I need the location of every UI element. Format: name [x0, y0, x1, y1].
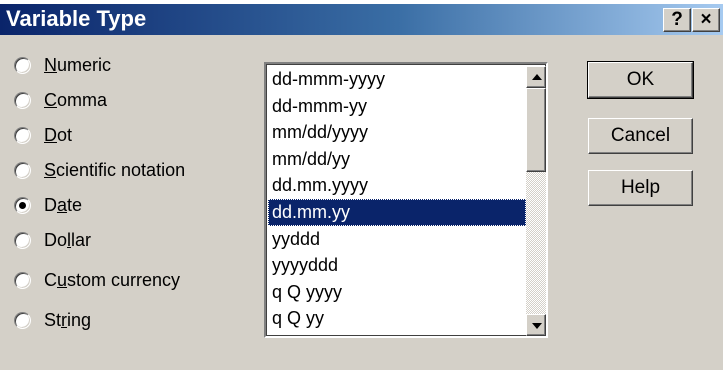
close-button[interactable]: ×	[692, 8, 720, 32]
option-numeric[interactable]: Numeric	[14, 50, 111, 80]
option-date[interactable]: Date	[14, 190, 82, 220]
scroll-down-button[interactable]	[526, 314, 546, 336]
option-comma[interactable]: Comma	[14, 85, 107, 115]
option-label: Numeric	[44, 54, 112, 75]
radio-string[interactable]	[14, 311, 31, 329]
context-help-button[interactable]: ?	[663, 8, 691, 32]
option-custom-currency[interactable]: Custom currency	[14, 265, 180, 295]
date-format-items: dd-mmm-yyyy dd-mmm-yy mm/dd/yyyy mm/dd/y…	[268, 66, 526, 336]
option-label: Date	[44, 194, 83, 215]
scroll-up-button[interactable]	[526, 66, 546, 88]
down-arrow-icon	[532, 323, 542, 329]
list-item[interactable]: yyddd	[268, 226, 526, 253]
scroll-thumb[interactable]	[526, 88, 546, 172]
option-label: String	[44, 309, 92, 330]
option-label: Dot	[44, 124, 73, 145]
option-label: Custom currency	[44, 269, 181, 290]
radio-date[interactable]	[14, 196, 31, 214]
date-format-listbox[interactable]: dd-mmm-yyyy dd-mmm-yy mm/dd/yyyy mm/dd/y…	[264, 62, 548, 338]
list-item[interactable]: mm/dd/yyyy	[268, 119, 526, 146]
list-item[interactable]: q Q yy	[268, 305, 526, 332]
help-button[interactable]: Help	[588, 170, 693, 206]
option-label: Scientific notation	[44, 159, 186, 180]
cancel-button[interactable]: Cancel	[588, 118, 693, 154]
option-label: Dollar	[44, 229, 92, 250]
radio-comma[interactable]	[14, 91, 31, 109]
window-title: Variable Type	[6, 6, 147, 31]
list-item[interactable]: yyyyddd	[268, 252, 526, 279]
radio-numeric[interactable]	[14, 56, 31, 74]
list-item[interactable]: dd.mm.yyyy	[268, 172, 526, 199]
list-item[interactable]: mm/dd/yy	[268, 146, 526, 173]
list-item-selected[interactable]: dd.mm.yy	[268, 198, 526, 226]
radio-custom-currency[interactable]	[14, 271, 31, 289]
title-bar: Variable Type ? ×	[0, 4, 723, 35]
list-item[interactable]: dd-mmm-yyyy	[268, 66, 526, 93]
option-dollar[interactable]: Dollar	[14, 225, 91, 255]
option-label: Comma	[44, 89, 108, 110]
radio-dot[interactable]	[14, 126, 31, 144]
up-arrow-icon	[532, 74, 542, 80]
radio-dollar[interactable]	[14, 231, 31, 249]
option-string[interactable]: String	[14, 305, 91, 335]
ok-button[interactable]: OK	[587, 61, 694, 99]
option-scientific-notation[interactable]: Scientific notation	[14, 155, 185, 185]
radio-scientific-notation[interactable]	[14, 161, 31, 179]
list-item[interactable]: dd-mmm-yy	[268, 93, 526, 120]
list-item[interactable]: q Q yyyy	[268, 279, 526, 306]
option-dot[interactable]: Dot	[14, 120, 72, 150]
vertical-scrollbar[interactable]	[526, 66, 546, 336]
